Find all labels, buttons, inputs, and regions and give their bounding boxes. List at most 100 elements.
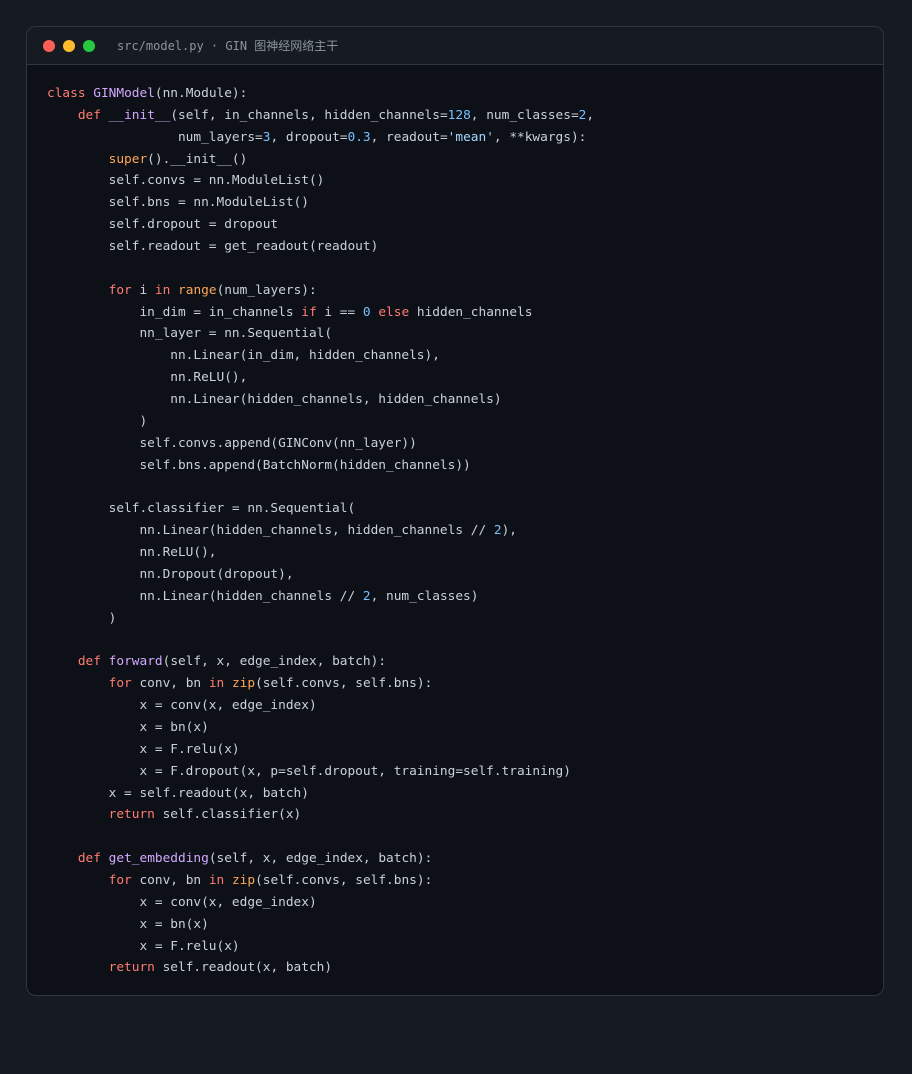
keyword-token: for [108, 282, 132, 298]
code-token: nn.Linear(in_dim, hidden_channels), [47, 348, 440, 364]
builtin-token: super [108, 151, 148, 167]
maximize-window-button[interactable] [83, 39, 95, 52]
close-window-button[interactable] [43, 39, 55, 52]
code-line: self.dropout = dropout [47, 214, 594, 236]
function-name-token: get_embedding [108, 851, 209, 867]
code-line: x = bn(x) [47, 717, 594, 739]
code-line: def __init__(self, in_channels, hidden_c… [47, 105, 594, 127]
code-block[interactable]: class GINModel(nn.Module): def __init__(… [47, 83, 594, 979]
keyword-token: for [108, 676, 132, 692]
number-token: 0.3 [347, 129, 371, 145]
code-token: self.readout(x, batch) [154, 960, 333, 976]
string-token: 'mean' [447, 129, 494, 145]
code-line: nn.Linear(in_dim, hidden_channels), [47, 345, 594, 367]
code-token: nn.Linear(hidden_channels, hidden_channe… [47, 523, 494, 539]
code-line: ) [47, 608, 594, 630]
code-line: x = bn(x) [47, 914, 594, 936]
keyword-token: def [77, 107, 101, 123]
code-line: nn.ReLU(), [47, 542, 594, 564]
code-line: nn.Linear(hidden_channels, hidden_channe… [47, 389, 594, 411]
code-token: i == [316, 304, 363, 320]
number-token: 2 [493, 523, 502, 539]
code-line: x = F.dropout(x, p=self.dropout, trainin… [47, 761, 594, 783]
code-line: self.classifier = nn.Sequential( [47, 498, 594, 520]
code-token: (self.convs, self.bns): [255, 872, 433, 888]
code-token: (nn.Module): [154, 86, 248, 101]
keyword-token: in [208, 676, 225, 692]
keyword-token: return [108, 807, 155, 823]
code-line: in_dim = in_channels if i == 0 else hidd… [47, 302, 594, 324]
code-token: self.classifier(x) [154, 807, 302, 823]
code-token: x = bn(x) [47, 719, 209, 735]
code-token: ) [47, 610, 117, 626]
code-line: ) [47, 411, 594, 433]
code-token: nn.ReLU(), [47, 370, 248, 386]
code-token: x = F.relu(x) [47, 741, 240, 757]
keyword-token: def [77, 654, 101, 670]
code-line: for conv, bn in zip(self.convs, self.bns… [47, 673, 594, 695]
code-token: x = F.relu(x) [47, 938, 240, 954]
code-token: x = bn(x) [47, 916, 209, 932]
code-line: x = conv(x, edge_index) [47, 695, 594, 717]
code-token: (self.convs, self.bns): [255, 676, 433, 692]
keyword-token: if [301, 304, 317, 320]
code-line: x = self.readout(x, batch) [47, 783, 594, 805]
code-window: src/model.py · GIN 图神经网络主干 class GINMode… [26, 26, 884, 996]
code-line: self.convs = nn.ModuleList() [47, 170, 594, 192]
code-token: (self, x, edge_index, batch): [162, 654, 387, 670]
code-token: (num_layers): [216, 282, 317, 298]
code-token: self.convs = nn.ModuleList() [47, 173, 325, 189]
code-line: nn.Linear(hidden_channels // 2, num_clas… [47, 586, 594, 608]
code-token: , **kwargs): [493, 129, 587, 145]
code-token: nn.Dropout(dropout), [47, 566, 294, 582]
code-token: x = self.readout(x, batch) [47, 785, 309, 801]
code-line: x = F.relu(x) [47, 936, 594, 958]
code-token: , num_classes) [370, 588, 479, 604]
function-name-token: forward [108, 654, 163, 670]
code-token: self.convs.append(GINConv(nn_layer)) [47, 435, 417, 451]
code-line: nn.Dropout(dropout), [47, 564, 594, 586]
code-token: x = F.dropout(x, p=self.dropout, trainin… [47, 763, 571, 779]
code-token: in_dim = in_channels [47, 304, 302, 320]
code-token: self.readout = get_readout(readout) [47, 239, 379, 255]
code-line: for conv, bn in zip(self.convs, self.bns… [47, 870, 594, 892]
code-line: return self.readout(x, batch) [47, 957, 594, 979]
code-line: x = F.relu(x) [47, 739, 594, 761]
window-title: src/model.py · GIN 图神经网络主干 [117, 39, 339, 53]
code-line: num_layers=3, dropout=0.3, readout='mean… [47, 127, 594, 149]
code-token: conv, bn [131, 676, 209, 692]
code-token: , num_classes= [470, 107, 579, 123]
keyword-token: class [47, 86, 86, 101]
builtin-token: zip [231, 872, 256, 888]
number-token: 2 [362, 588, 371, 604]
code-line: nn.ReLU(), [47, 367, 594, 389]
code-token: self.classifier = nn.Sequential( [47, 501, 356, 517]
code-token: i [131, 282, 155, 298]
keyword-token: in [208, 872, 225, 888]
code-token: self.bns.append(BatchNorm(hidden_channel… [47, 457, 471, 473]
title-bar: src/model.py · GIN 图神经网络主干 [27, 27, 883, 65]
code-token: ) [47, 413, 148, 429]
function-name-token: GINModel [93, 86, 155, 101]
minimize-window-button[interactable] [63, 39, 75, 52]
code-token: hidden_channels [409, 304, 533, 320]
keyword-token: else [378, 304, 410, 320]
code-token: x = conv(x, edge_index) [47, 894, 317, 910]
code-token: , readout= [370, 129, 448, 145]
